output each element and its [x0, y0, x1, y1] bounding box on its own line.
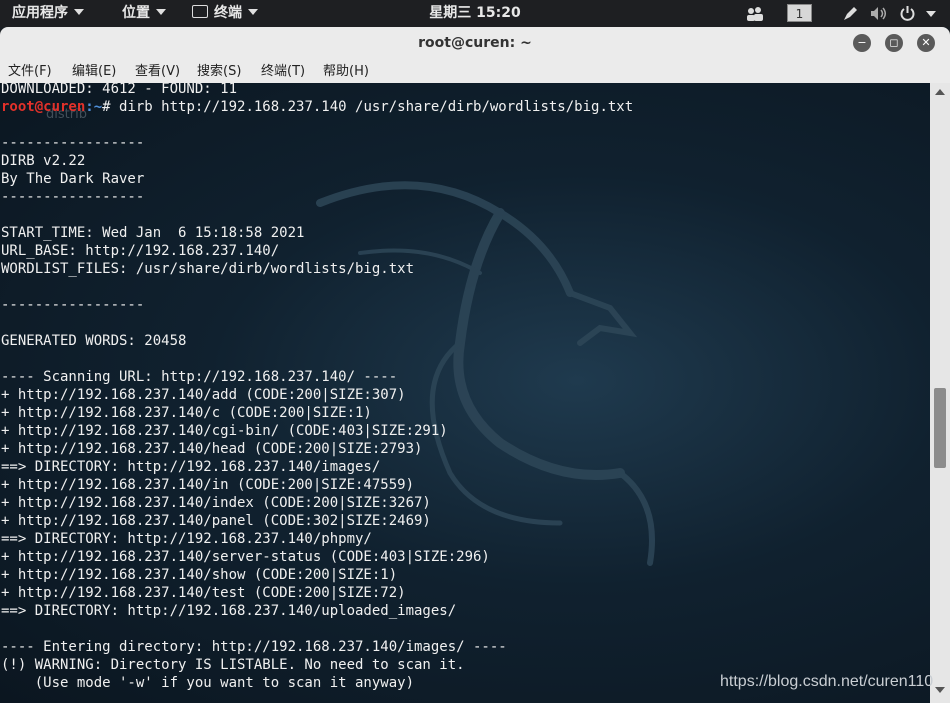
terminal-line: GENERATED WORDS: 20458 [1, 333, 187, 349]
chevron-down-icon [156, 9, 166, 15]
places-label: 位置 [122, 5, 150, 21]
places-menu[interactable]: 位置 [122, 0, 166, 27]
chevron-down-icon [248, 9, 258, 15]
terminal-window: root@curen: ~ − ◻ ✕ 文件(F) 编辑(E) 查看(V) 搜索… [0, 27, 950, 703]
terminal-app-label: 终端 [214, 5, 242, 21]
workspace-indicator[interactable]: 1 [787, 4, 812, 22]
applications-label: 应用程序 [12, 5, 68, 21]
minimize-button[interactable]: − [853, 34, 871, 52]
scroll-up-icon[interactable] [935, 89, 945, 95]
prompt-command: dirb http://192.168.237.140 /usr/share/d… [119, 99, 634, 115]
terminal-line: + http://192.168.237.140/add (CODE:200|S… [1, 387, 406, 403]
power-icon[interactable] [899, 5, 916, 22]
window-title: root@curen: ~ [418, 35, 532, 51]
terminal-line: + http://192.168.237.140/show (CODE:200|… [1, 567, 398, 583]
terminal-line: ==> DIRECTORY: http://192.168.237.140/ph… [1, 531, 372, 547]
terminal-line: ==> DIRECTORY: http://192.168.237.140/im… [1, 459, 381, 475]
terminal-line: URL_BASE: http://192.168.237.140/ [1, 243, 280, 259]
menu-view[interactable]: 查看(V) [135, 61, 180, 83]
terminal-line: + http://192.168.237.140/panel (CODE:302… [1, 513, 431, 529]
terminal-text: DOWNLOADED: 4612 - FOUND: 11 root@curen:… [1, 83, 633, 692]
terminal-line: ----------------- [1, 297, 145, 313]
terminal-line: (Use mode '-w' if you want to scan it an… [1, 675, 415, 691]
terminal-line: + http://192.168.237.140/cgi-bin/ (CODE:… [1, 423, 448, 439]
pen-icon[interactable] [842, 5, 859, 22]
menu-bar: 文件(F) 编辑(E) 查看(V) 搜索(S) 终端(T) 帮助(H) [0, 61, 950, 83]
terminal-icon [192, 5, 208, 18]
terminal-output[interactable]: distrib DOWNLOADED: 4612 - FOUND: 11 roo… [0, 83, 930, 703]
terminal-line: ----------------- [1, 189, 145, 205]
vertical-scrollbar[interactable] [930, 83, 950, 703]
scrollbar-thumb[interactable] [934, 388, 946, 468]
watermark: https://blog.csdn.net/curen110 [720, 673, 934, 690]
pre-lines: DOWNLOADED: 4612 - FOUND: 11 [1, 83, 237, 97]
terminal-line: By The Dark Raver [1, 171, 145, 187]
chevron-down-icon [74, 9, 84, 15]
post-lines: ----------------- DIRB v2.22 By The Dark… [1, 135, 507, 691]
applications-menu[interactable]: 应用程序 [12, 0, 84, 27]
terminal-line: + http://192.168.237.140/in (CODE:200|SI… [1, 477, 415, 493]
prompt-path: :~ [85, 99, 103, 115]
volume-icon[interactable] [870, 6, 888, 21]
prompt-symbol: # [102, 99, 120, 115]
chevron-down-icon[interactable] [926, 11, 936, 17]
terminal-line: WORDLIST_FILES: /usr/share/dirb/wordlist… [1, 261, 415, 277]
maximize-button[interactable]: ◻ [885, 34, 903, 52]
terminal-app-menu[interactable]: 终端 [192, 0, 258, 27]
menu-file[interactable]: 文件(F) [8, 61, 52, 83]
close-button[interactable]: ✕ [917, 34, 935, 52]
terminal-line: ---- Scanning URL: http://192.168.237.14… [1, 369, 398, 385]
terminal-line: ---- Entering directory: http://192.168.… [1, 639, 507, 655]
terminal-line: + http://192.168.237.140/head (CODE:200|… [1, 441, 423, 457]
terminal-line: DOWNLOADED: 4612 - FOUND: 11 [1, 83, 238, 97]
terminal-line: + http://192.168.237.140/test (CODE:200|… [1, 585, 406, 601]
terminal-line: START_TIME: Wed Jan 6 15:18:58 2021 [1, 225, 305, 241]
people-icon[interactable] [746, 6, 764, 22]
terminal-line: ----------------- [1, 135, 145, 151]
menu-help[interactable]: 帮助(H) [323, 61, 369, 83]
terminal-line: + http://192.168.237.140/c (CODE:200|SIZ… [1, 405, 372, 421]
scroll-down-icon[interactable] [935, 687, 945, 693]
terminal-line: DIRB v2.22 [1, 153, 86, 169]
menu-search[interactable]: 搜索(S) [197, 61, 241, 83]
terminal-line: (!) WARNING: Directory IS LISTABLE. No n… [1, 657, 465, 673]
prompt-user: root@curen [1, 99, 86, 115]
top-bar: 应用程序 位置 终端 星期三 15:20 1 [0, 0, 950, 27]
menu-edit[interactable]: 编辑(E) [72, 61, 116, 83]
terminal-line: + http://192.168.237.140/server-status (… [1, 549, 490, 565]
terminal-line: + http://192.168.237.140/index (CODE:200… [1, 495, 431, 511]
title-bar[interactable]: root@curen: ~ − ◻ ✕ [0, 27, 950, 62]
menu-terminal[interactable]: 终端(T) [261, 61, 305, 83]
terminal-line: ==> DIRECTORY: http://192.168.237.140/up… [1, 603, 457, 619]
